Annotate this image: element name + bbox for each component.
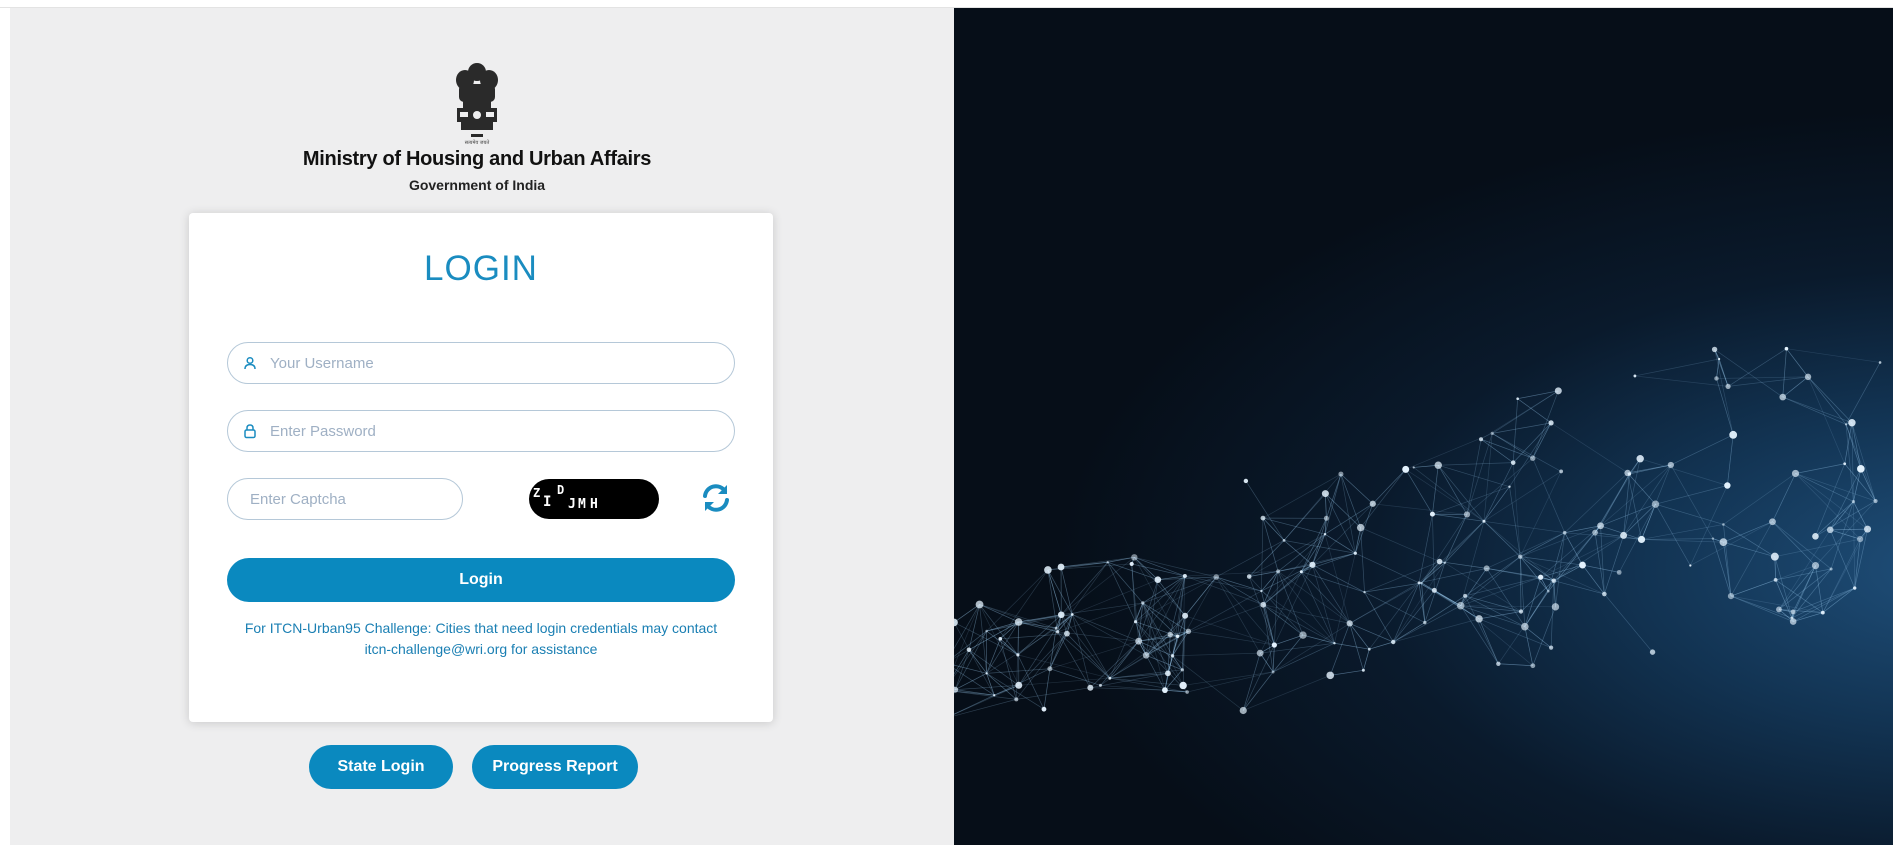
ministry-title: Ministry of Housing and Urban Affairs <box>302 148 652 170</box>
captcha-char: J <box>568 497 576 512</box>
login-card: LOGIN Z I D J M H <box>189 213 773 722</box>
assistance-note-line-1: For ITCN-Urban95 Challenge: Cities that … <box>244 620 718 636</box>
username-field[interactable] <box>227 342 735 384</box>
captcha-char: M <box>578 497 586 512</box>
captcha-char: I <box>543 494 551 510</box>
assistance-note: For ITCN-Urban95 Challenge: Cities that … <box>209 618 753 660</box>
captcha-char: H <box>590 497 598 512</box>
ministry-subtitle: Government of India <box>408 177 546 193</box>
login-title: LOGIN <box>424 249 538 288</box>
user-icon <box>244 356 256 370</box>
login-button[interactable]: Login <box>227 558 735 602</box>
captcha-image: Z I D J M H <box>529 479 659 519</box>
national-emblem-icon: सत्यमेव जयते <box>456 63 498 146</box>
captcha-char: Z <box>533 486 540 500</box>
top-border <box>0 0 1893 8</box>
lock-icon <box>244 424 256 439</box>
assistance-note-line-2: itcn-challenge@wri.org for assistance <box>364 641 598 657</box>
username-input[interactable] <box>270 343 670 383</box>
captcha-field[interactable] <box>227 478 463 520</box>
password-field[interactable] <box>227 410 735 452</box>
refresh-captcha-icon[interactable] <box>699 481 733 515</box>
emblem-caption: सत्यमेव जयते <box>465 139 490 146</box>
captcha-char: D <box>557 483 564 497</box>
state-login-button[interactable]: State Login <box>309 745 453 789</box>
network-background-image <box>954 8 1893 845</box>
password-input[interactable] <box>270 411 670 451</box>
progress-report-button[interactable]: Progress Report <box>472 745 638 789</box>
captcha-input[interactable] <box>250 479 450 519</box>
